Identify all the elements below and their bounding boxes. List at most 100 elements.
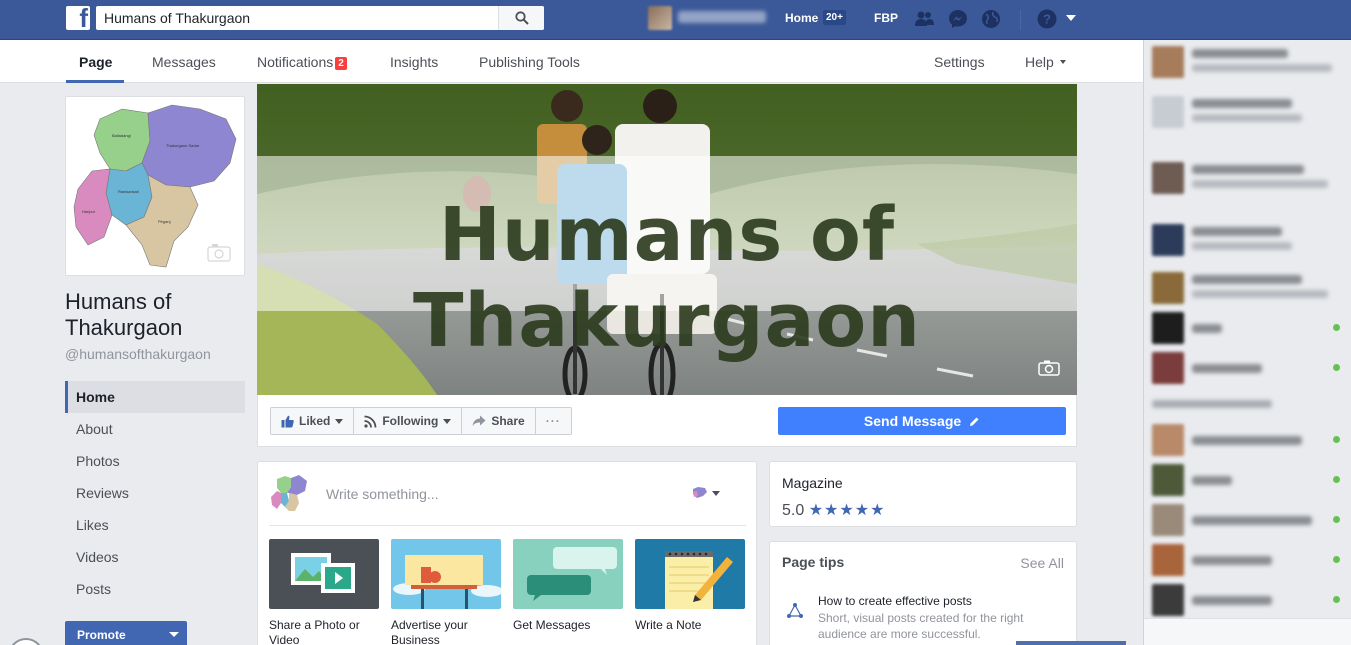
- online-status-indicator: [1333, 556, 1340, 563]
- sidebar-item-home[interactable]: Home: [65, 381, 245, 413]
- chat-contact[interactable]: [1144, 348, 1351, 388]
- cover-photo[interactable]: Humans of Thakurgaon: [257, 84, 1077, 395]
- camera-icon[interactable]: [1038, 360, 1060, 376]
- active-tab-indicator: [66, 80, 124, 83]
- send-message-label: Send Message: [863, 413, 962, 429]
- notifications-globe-icon[interactable]: [980, 8, 1002, 30]
- liked-label: Liked: [299, 414, 331, 428]
- page-navigation: Page Messages Notifications 2 Insights Pu…: [0, 40, 1143, 83]
- blurred-section-heading: [1152, 400, 1272, 408]
- profile-link[interactable]: [648, 6, 768, 30]
- chat-contact[interactable]: [1144, 580, 1351, 620]
- blurred-contact-name: [1192, 516, 1312, 525]
- chat-contact[interactable]: [1144, 268, 1351, 308]
- sidebar-item-about[interactable]: About: [65, 413, 245, 445]
- avatar: [271, 475, 307, 511]
- post-as-selector[interactable]: [691, 486, 721, 505]
- advertise-business-tile[interactable]: Advertise your Business: [391, 539, 501, 645]
- billboard-icon: [393, 555, 501, 609]
- search-button[interactable]: [498, 6, 544, 30]
- friend-requests-icon[interactable]: [913, 8, 935, 30]
- chevron-down-icon: [169, 632, 179, 637]
- chevron-down-icon: [1059, 60, 1066, 64]
- blurred-contact-name: [1192, 364, 1262, 373]
- page-tips-title: Page tips: [782, 554, 845, 570]
- page-username[interactable]: @humansofthakurgaon: [65, 346, 211, 362]
- home-count-badge: 20+: [823, 10, 846, 25]
- blurred-activity: [1192, 114, 1302, 122]
- notification-count-badge: 2: [335, 57, 347, 70]
- messenger-icon[interactable]: [947, 8, 969, 30]
- district-map-image: Baliadangi Thakurgaon Sadar Ranisankail …: [70, 101, 240, 271]
- fbp-link[interactable]: FBP: [874, 11, 898, 25]
- chat-contact[interactable]: [1144, 420, 1351, 460]
- share-button[interactable]: Share: [461, 407, 536, 435]
- top-navigation-bar: f Home 20+ FBP ?: [0, 0, 1351, 40]
- tab-page[interactable]: Page: [79, 54, 112, 70]
- share-photo-video-tile[interactable]: Share a Photo or Video: [269, 539, 379, 645]
- send-message-button[interactable]: Send Message: [778, 407, 1066, 435]
- sidebar-item-likes[interactable]: Likes: [65, 509, 245, 541]
- help-question-icon[interactable]: ?: [1036, 8, 1058, 30]
- help-menu[interactable]: Help: [1025, 54, 1066, 70]
- chat-contact[interactable]: [1144, 540, 1351, 580]
- blurred-activity: [1192, 242, 1292, 250]
- map-label-baliadangi: Baliadangi: [112, 133, 131, 138]
- tip-title-link[interactable]: How to create effective posts: [818, 594, 972, 608]
- following-button[interactable]: Following: [353, 407, 463, 435]
- camera-icon[interactable]: [207, 244, 231, 262]
- chat-contact[interactable]: [1144, 500, 1351, 540]
- chat-contact[interactable]: [1144, 460, 1351, 500]
- tab-notifications[interactable]: Notifications 2: [257, 54, 347, 70]
- avatar: [1152, 312, 1184, 344]
- more-options-button[interactable]: ···: [534, 407, 572, 435]
- chat-sidebar: [1143, 40, 1351, 645]
- tab-notifications-label: Notifications: [257, 54, 334, 70]
- chat-contact[interactable]: [1144, 42, 1351, 82]
- share-label: Share: [491, 414, 525, 428]
- following-label: Following: [382, 414, 439, 428]
- profile-picture[interactable]: Baliadangi Thakurgaon Sadar Ranisankail …: [65, 96, 245, 276]
- page-rating[interactable]: 5.0 ★★★★★: [782, 500, 885, 520]
- chat-search-input[interactable]: [1144, 618, 1351, 645]
- account-menu-chevron-down-icon[interactable]: [1066, 15, 1076, 21]
- see-all-link[interactable]: See All: [1020, 555, 1064, 571]
- blurred-contact-name: [1192, 275, 1302, 284]
- rating-value: 5.0: [782, 502, 805, 519]
- thumbs-up-icon: [281, 415, 294, 427]
- page-category[interactable]: Magazine: [782, 475, 843, 491]
- avatar: [1152, 544, 1184, 576]
- tab-publishing-tools[interactable]: Publishing Tools: [479, 54, 580, 70]
- page-sidebar-menu: Home About Photos Reviews Likes Videos P…: [65, 381, 245, 605]
- promote-button[interactable]: Promote: [65, 621, 187, 645]
- write-something-input[interactable]: Write something...: [326, 486, 439, 502]
- tile-label: Get Messages: [513, 618, 591, 632]
- write-note-tile[interactable]: Write a Note: [635, 539, 745, 633]
- chat-contact[interactable]: [1144, 220, 1351, 260]
- partial-circle-icon: [8, 638, 44, 645]
- get-messages-tile[interactable]: Get Messages: [513, 539, 623, 633]
- blurred-contact-name: [1192, 99, 1292, 108]
- sidebar-item-videos[interactable]: Videos: [65, 541, 245, 573]
- chat-contact[interactable]: [1144, 308, 1351, 348]
- avatar: [1152, 504, 1184, 536]
- cover-title-text: Humans of Thakurgaon: [413, 192, 921, 364]
- tab-messages[interactable]: Messages: [152, 54, 216, 70]
- settings-link[interactable]: Settings: [934, 54, 985, 70]
- liked-button[interactable]: Liked: [270, 407, 355, 435]
- facebook-logo-icon[interactable]: f: [66, 6, 90, 30]
- help-label: Help: [1025, 54, 1054, 70]
- chat-contact[interactable]: [1144, 92, 1351, 132]
- sidebar-item-posts[interactable]: Posts: [65, 573, 245, 605]
- map-label-haripur: Haripur: [82, 209, 96, 214]
- partial-bar: [1016, 641, 1126, 645]
- sidebar-item-reviews[interactable]: Reviews: [65, 477, 245, 509]
- sidebar-item-photos[interactable]: Photos: [65, 445, 245, 477]
- search-input[interactable]: [96, 6, 496, 30]
- tab-insights[interactable]: Insights: [390, 54, 438, 70]
- blurred-activity: [1192, 64, 1332, 72]
- chat-contact[interactable]: [1144, 158, 1351, 198]
- home-link[interactable]: Home: [785, 11, 818, 25]
- share-arrow-icon: [472, 415, 486, 426]
- online-status-indicator: [1333, 476, 1340, 483]
